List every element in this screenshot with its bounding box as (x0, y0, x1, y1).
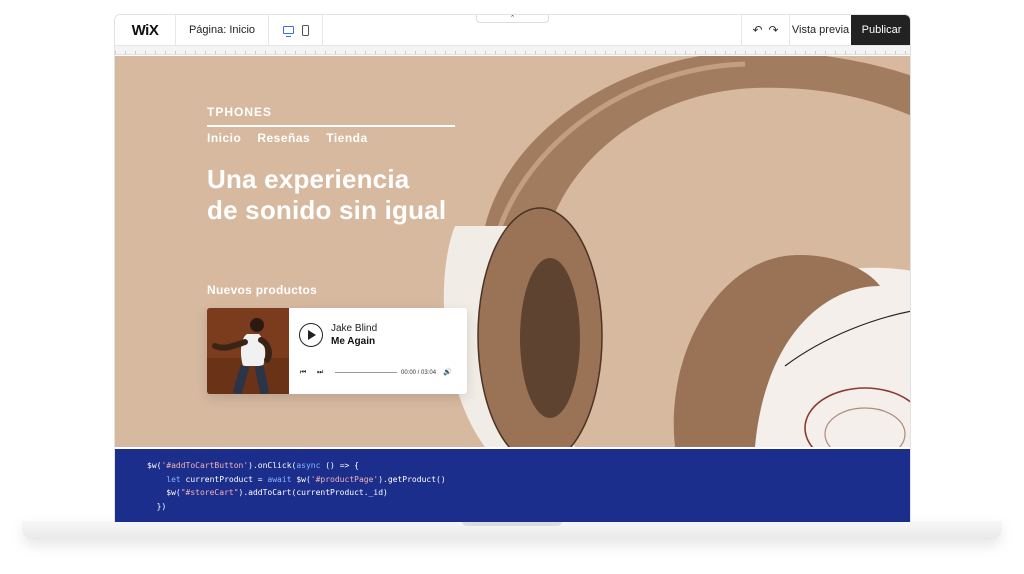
site-canvas[interactable]: TPHONES Inicio Reseñas Tienda Una experi… (115, 56, 910, 447)
headphones-image (443, 56, 910, 447)
desktop-icon[interactable] (282, 26, 294, 37)
runner-photo (207, 308, 289, 394)
preview-button[interactable]: Vista previa (789, 15, 851, 45)
page-selector[interactable]: Página: Inicio (176, 15, 269, 45)
laptop-base (22, 521, 1002, 539)
progress-bar[interactable] (335, 372, 397, 373)
album-cover (207, 308, 289, 394)
music-player[interactable]: Jake Blind Me Again ⏮ ⏭ 00:00 / 03:04 🔊 (207, 308, 467, 394)
publish-button[interactable]: Publicar (851, 15, 910, 45)
section-label[interactable]: Nuevos productos (207, 283, 317, 297)
brand-divider (207, 125, 455, 127)
code-line-4: }) (147, 501, 167, 511)
nav-item-resenas[interactable]: Reseñas (257, 131, 310, 145)
undo-icon[interactable]: ↶ (752, 23, 762, 37)
top-ruler (115, 46, 910, 55)
collapse-toolbar-button[interactable]: ⌃ (476, 15, 549, 23)
previous-track-icon[interactable]: ⏮ (300, 369, 306, 376)
history-controls: ↶ ↷ (741, 15, 789, 45)
play-icon[interactable] (299, 323, 323, 347)
code-line-2: let currentProduct = await $w('#productP… (166, 474, 446, 484)
editor-screen: WiX Página: Inicio ⌃ ↶ ↷ Vista previa Pu… (114, 14, 911, 522)
redo-icon[interactable]: ↷ (769, 23, 779, 37)
track-title: Me Again (331, 336, 376, 347)
mobile-icon[interactable] (301, 24, 309, 36)
next-track-icon[interactable]: ⏭ (317, 369, 323, 376)
nav-item-inicio[interactable]: Inicio (207, 131, 241, 145)
site-brand[interactable]: TPHONES (207, 105, 272, 119)
left-ear-inner (520, 258, 580, 418)
headline-line-1: Una experiencia (207, 164, 410, 194)
code-line-3: $w("#storeCart").addToCart(currentProduc… (147, 488, 388, 497)
wix-logo[interactable]: WiX (115, 15, 176, 45)
volume-icon[interactable]: 🔊 (443, 369, 452, 376)
device-switcher (269, 15, 323, 45)
site-nav: Inicio Reseñas Tienda (207, 131, 368, 145)
code-panel[interactable]: $w('#addToCartButton').onClick(async () … (115, 449, 910, 522)
editor-toolbar: WiX Página: Inicio ⌃ ↶ ↷ Vista previa Pu… (115, 15, 910, 46)
toolbar-spacer: ⌃ (323, 15, 741, 45)
artist-name: Jake Blind (331, 323, 378, 334)
headline-line-2: de sonido sin igual (207, 195, 447, 225)
nav-item-tienda[interactable]: Tienda (326, 131, 367, 145)
hero-headline[interactable]: Una experiencia de sonido sin igual (207, 164, 477, 226)
track-time: 00:00 / 03:04 (401, 370, 437, 376)
code-line-1: $w('#addToCartButton').onClick(async () … (147, 461, 359, 470)
